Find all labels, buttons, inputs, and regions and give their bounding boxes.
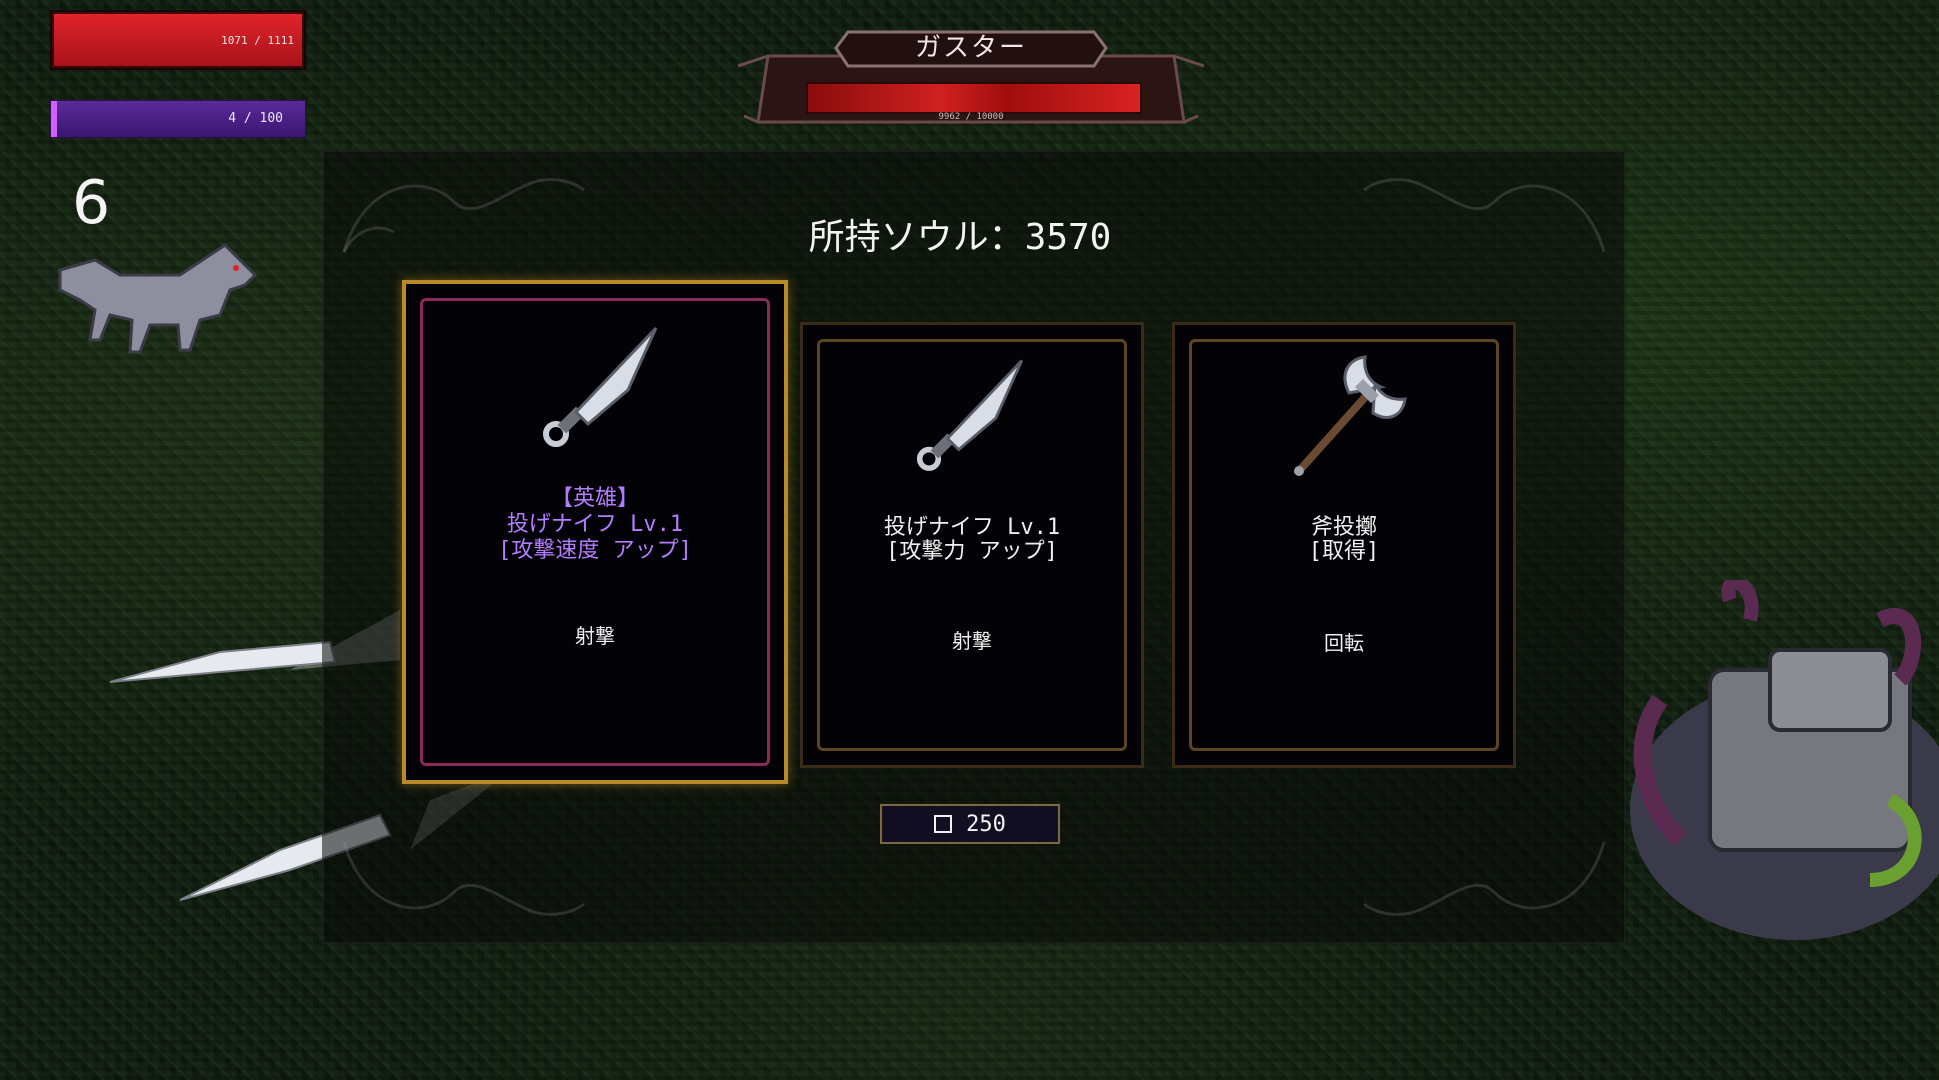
player-level: 6 [72, 168, 111, 238]
player-hp-text: 1071 / 1111 [221, 34, 294, 47]
reroll-button[interactable]: 250 [880, 804, 1060, 844]
card-name: 投げナイフ Lv.1 [506, 512, 684, 537]
player-exp-text: 4 / 100 [228, 111, 283, 126]
boss-name: ガスター [914, 33, 1027, 63]
boss-hp-text: 9962 / 10000 [938, 112, 1004, 122]
boss-hp-bar [806, 82, 1142, 114]
card-type: 射撃 [952, 629, 992, 653]
player-hp-bar: 1071 / 1111 [52, 12, 304, 68]
card-rarity: 【英雄】 [550, 486, 639, 511]
exp-bar-fill [51, 101, 57, 137]
souls-counter: 所持ソウル：3570 [808, 217, 1112, 258]
card-effect: [攻撃力 アップ] [886, 539, 1058, 564]
player-exp-bar: 4 / 100 [50, 100, 306, 138]
upgrade-card-3[interactable]: 斧投擲 [取得] 回転 [1172, 322, 1516, 768]
ornament-bottom-left [342, 841, 585, 916]
card-effect: [取得] [1308, 539, 1380, 564]
throwing-knife-icon [903, 353, 1033, 487]
card-name: 投げナイフ Lv.1 [883, 515, 1061, 540]
reroll-cost: 250 [966, 811, 1006, 837]
ornament-top-left [342, 178, 585, 253]
tentacle-shrine [1630, 580, 1939, 940]
ornament-bottom-right [1363, 841, 1606, 916]
battle-axe-icon [1279, 353, 1409, 487]
throwing-knife-icon [528, 320, 668, 464]
boss-hp-frame: ガスター 9962 / 10000 [738, 26, 1204, 130]
card-type: 射撃 [575, 624, 615, 648]
ornament-top-right [1363, 178, 1606, 253]
card-name: 斧投擲 [1310, 515, 1377, 540]
card-effect: [攻撃速度 アップ] [498, 538, 692, 563]
square-icon [934, 815, 953, 833]
wolf-companion [58, 243, 258, 354]
card-type: 回転 [1324, 631, 1364, 655]
upgrade-card-1[interactable]: 【英雄】 投げナイフ Lv.1 [攻撃速度 アップ] 射撃 [402, 280, 788, 784]
upgrade-card-2[interactable]: 投げナイフ Lv.1 [攻撃力 アップ] 射撃 [800, 322, 1144, 768]
